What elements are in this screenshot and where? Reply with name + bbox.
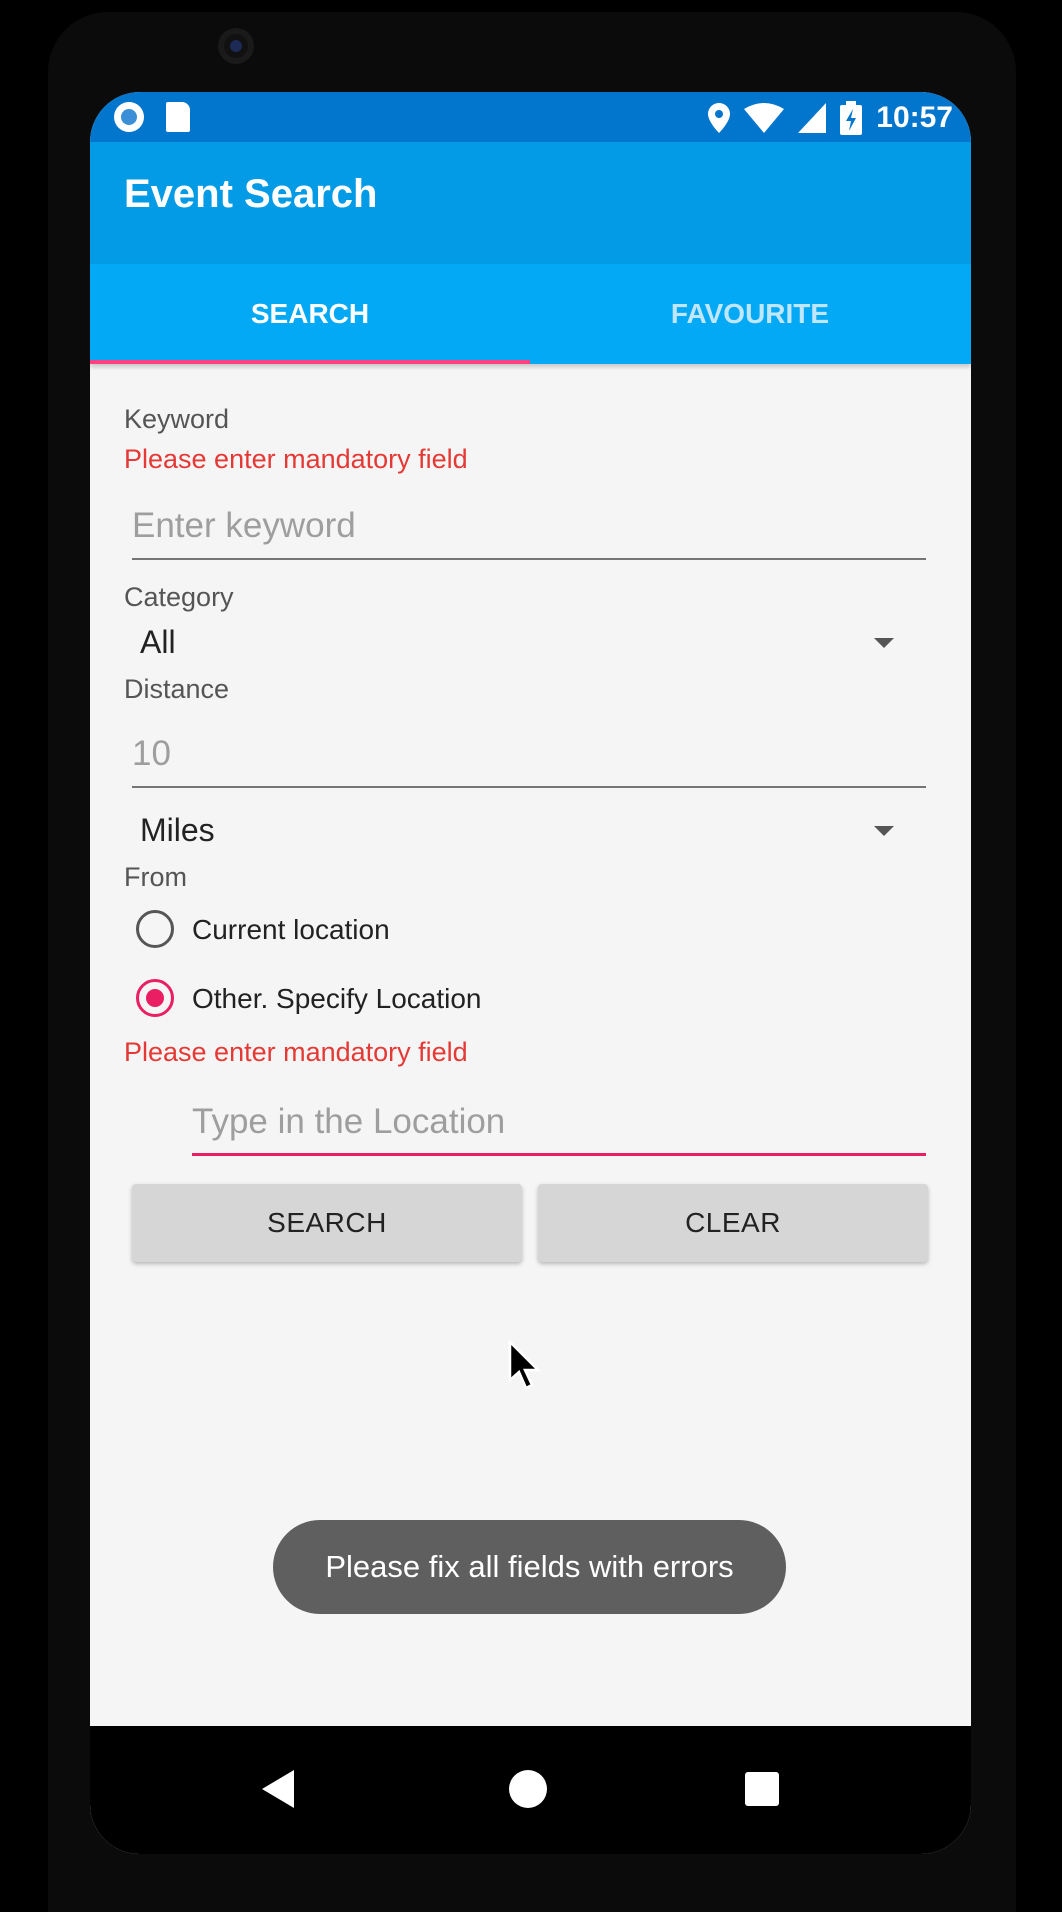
recent-apps-icon[interactable]	[745, 1772, 779, 1806]
status-bar: 10:57	[90, 92, 971, 142]
distance-input[interactable]: 10	[132, 734, 171, 774]
home-icon[interactable]	[509, 1770, 547, 1808]
keyword-error: Please enter mandatory field	[124, 444, 468, 474]
status-icons: 10:57	[708, 98, 953, 138]
tab-favourite-label: FAVOURITE	[670, 298, 830, 329]
category-label: Category	[124, 582, 234, 612]
status-time: 10:57	[876, 101, 953, 134]
clear-button[interactable]: CLEAR	[538, 1184, 928, 1262]
tab-search-label: SEARCH	[250, 298, 370, 329]
front-camera	[218, 28, 254, 64]
unit-dropdown-icon[interactable]	[874, 826, 894, 836]
from-label: From	[124, 862, 187, 892]
app-title: Event Search	[124, 172, 378, 216]
cell-signal-icon	[798, 103, 827, 133]
mouse-pointer-icon	[508, 1340, 542, 1390]
back-icon[interactable]	[262, 1770, 294, 1808]
sync-icon	[114, 102, 144, 132]
keyword-input-underline	[132, 558, 926, 560]
battery-charging-icon	[840, 101, 863, 135]
radio-other-location-label[interactable]: Other. Specify Location	[192, 983, 482, 1015]
unit-spinner[interactable]: Miles	[140, 812, 215, 849]
distance-input-underline	[132, 786, 926, 788]
search-button-label: SEARCH	[267, 1207, 387, 1238]
location-pin-icon	[708, 103, 731, 133]
tab-indicator	[90, 360, 530, 364]
category-dropdown-icon[interactable]	[874, 638, 894, 648]
clear-button-label: CLEAR	[685, 1207, 781, 1238]
location-input-underline	[192, 1153, 926, 1156]
keyword-input[interactable]: Enter keyword	[132, 506, 356, 546]
radio-current-location-label[interactable]: Current location	[192, 914, 390, 946]
distance-label: Distance	[124, 674, 230, 704]
radio-other-location[interactable]	[136, 979, 174, 1017]
tab-bar: SEARCH FAVOURITE	[90, 264, 971, 364]
app-bar: Event Search	[90, 142, 971, 264]
category-spinner[interactable]: All	[140, 624, 176, 661]
screen: 10:57 Event Search SEARCH FAVOURITE Keyw…	[90, 92, 971, 1854]
system-nav-bar	[90, 1726, 971, 1854]
keyword-label: Keyword	[124, 404, 230, 434]
location-input[interactable]: Type in the Location	[192, 1102, 505, 1142]
tab-search[interactable]: SEARCH	[90, 264, 530, 364]
wifi-icon	[744, 103, 785, 133]
error-toast: Please fix all fields with errors	[273, 1520, 786, 1614]
location-error: Please enter mandatory field	[124, 1037, 468, 1067]
search-button[interactable]: SEARCH	[132, 1184, 522, 1262]
tab-favourite[interactable]: FAVOURITE	[530, 264, 970, 364]
radio-current-location[interactable]	[136, 910, 174, 948]
sd-card-icon	[166, 102, 190, 132]
toast-message: Please fix all fields with errors	[325, 1549, 734, 1584]
